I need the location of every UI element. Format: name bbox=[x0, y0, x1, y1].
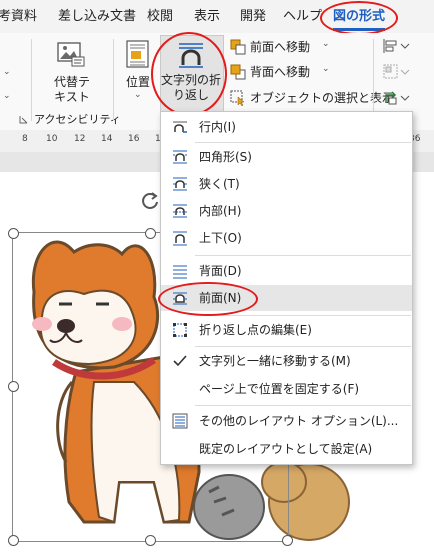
ruler-tick: 14 bbox=[101, 134, 113, 144]
menu-divider bbox=[195, 255, 411, 256]
menu-divider bbox=[195, 315, 411, 316]
selection-pane-icon bbox=[230, 90, 245, 106]
menu-item-square[interactable]: 四角形(S) bbox=[161, 144, 412, 170]
menu-item-label: 背面(D) bbox=[199, 264, 242, 278]
ruler-tick: 16 bbox=[128, 134, 140, 144]
wrap-text-menu: 行内(I) 四角形(S) 狭く(T) 内部(H) 上下(O) 背面(D) 前面(… bbox=[160, 111, 413, 465]
tight-wrap-icon bbox=[173, 177, 187, 191]
tab-mailings[interactable]: 差し込み文書 bbox=[58, 0, 136, 33]
wrap-text-icon bbox=[179, 43, 203, 68]
tab-view[interactable]: 表示 bbox=[194, 0, 220, 33]
checkmark-icon bbox=[173, 355, 187, 367]
menu-item-set-as-default[interactable]: 既定のレイアウトとして設定(A) bbox=[161, 436, 412, 462]
resize-handle-left[interactable] bbox=[8, 381, 19, 392]
menu-item-label: ページ上で位置を固定する(F) bbox=[199, 382, 360, 396]
resize-handle-bottom-right[interactable] bbox=[282, 535, 293, 546]
chevron-down-icon[interactable]: ⌄ bbox=[3, 91, 11, 101]
tab-picture-format[interactable]: 図の形式 bbox=[333, 0, 386, 33]
tab-help[interactable]: ヘルプ bbox=[283, 0, 322, 33]
menu-item-inline[interactable]: 行内(I) bbox=[161, 114, 412, 140]
ruler-tick: 10 bbox=[46, 134, 58, 144]
menu-item-label: 折り返し点の編集(E) bbox=[199, 323, 312, 337]
menu-item-label: 上下(O) bbox=[199, 231, 242, 245]
menu-item-label: 内部(H) bbox=[199, 204, 242, 218]
menu-item-in-front-of-text[interactable]: 前面(N) bbox=[161, 285, 412, 311]
alt-text-button[interactable]: 代替テ キスト bbox=[42, 37, 102, 107]
menu-item-label: その他のレイアウト オプション(L)... bbox=[199, 414, 399, 428]
menu-item-label: 狭く(T) bbox=[199, 177, 240, 191]
send-backward-label: 背面へ移動 bbox=[250, 65, 311, 79]
behind-text-icon bbox=[173, 265, 187, 279]
menu-item-label: 四角形(S) bbox=[199, 150, 252, 164]
in-front-icon bbox=[173, 292, 187, 305]
chevron-down-icon: ⌄ bbox=[134, 90, 142, 100]
layout-options-icon bbox=[172, 413, 188, 429]
ribbon-divider bbox=[31, 39, 32, 121]
ribbon-divider bbox=[373, 39, 374, 121]
send-backward-icon bbox=[230, 64, 246, 80]
alt-text-label-1: 代替テ bbox=[53, 75, 90, 89]
rotate-handle-icon[interactable] bbox=[140, 190, 160, 210]
position-label: 位置 bbox=[125, 75, 150, 89]
tab-developer[interactable]: 開発 bbox=[240, 0, 266, 33]
ruler-tick: 12 bbox=[74, 134, 86, 144]
edit-wrap-points-icon bbox=[173, 323, 187, 337]
square-wrap-icon bbox=[173, 150, 187, 164]
tab-references[interactable]: 考資料 bbox=[0, 0, 37, 33]
rotate-icon[interactable] bbox=[382, 89, 412, 107]
wrap-text-label-1: 文字列の折 bbox=[160, 73, 221, 87]
chevron-down-icon: ⌄ bbox=[322, 39, 330, 49]
resize-handle-top[interactable] bbox=[145, 228, 156, 239]
menu-item-move-with-text[interactable]: 文字列と一緒に移動する(M) bbox=[161, 348, 412, 374]
align-icon[interactable] bbox=[382, 38, 412, 54]
alt-text-icon bbox=[57, 42, 85, 67]
group-icon[interactable] bbox=[382, 63, 412, 81]
dialog-launcher-icon[interactable] bbox=[19, 115, 28, 124]
menu-item-through[interactable]: 内部(H) bbox=[161, 198, 412, 224]
bring-forward-label: 前面へ移動 bbox=[250, 40, 311, 54]
ruler-tick: 8 bbox=[22, 134, 28, 144]
menu-item-edit-wrap-points[interactable]: 折り返し点の編集(E) bbox=[161, 317, 412, 343]
menu-divider bbox=[195, 405, 411, 406]
menu-item-more-layout-options[interactable]: その他のレイアウト オプション(L)... bbox=[161, 408, 412, 434]
menu-item-label: 文字列と一緒に移動する(M) bbox=[199, 354, 351, 368]
alt-text-label-2: キスト bbox=[54, 90, 90, 104]
menu-item-label: 前面(N) bbox=[199, 291, 242, 305]
menu-item-label: 既定のレイアウトとして設定(A) bbox=[199, 442, 373, 456]
top-bottom-icon bbox=[173, 231, 187, 246]
position-button[interactable]: 位置 ⌄ bbox=[118, 37, 158, 107]
ribbon-divider bbox=[113, 39, 114, 121]
ribbon-tab-bar: 考資料 差し込み文書 校閲 表示 開発 ヘルプ 図の形式 bbox=[0, 0, 434, 33]
through-wrap-icon bbox=[173, 204, 187, 218]
menu-item-fix-position[interactable]: ページ上で位置を固定する(F) bbox=[161, 376, 412, 402]
resize-handle-bottom[interactable] bbox=[145, 535, 156, 546]
group-label-accessibility: アクセシビリティ bbox=[34, 113, 121, 126]
wrap-text-label-2: り返し bbox=[172, 88, 209, 102]
bring-forward-icon bbox=[230, 39, 246, 55]
chevron-down-icon: ⌄ bbox=[322, 64, 330, 74]
resize-handle-top-left[interactable] bbox=[8, 228, 19, 239]
menu-item-tight[interactable]: 狭く(T) bbox=[161, 171, 412, 197]
menu-item-label: 行内(I) bbox=[199, 120, 236, 134]
menu-item-behind-text[interactable]: 背面(D) bbox=[161, 258, 412, 284]
tab-review[interactable]: 校閲 bbox=[147, 0, 173, 33]
inline-icon bbox=[173, 121, 187, 133]
menu-divider bbox=[195, 142, 411, 143]
wrap-text-button[interactable]: 文字列の折 り返し bbox=[160, 35, 224, 113]
menu-divider bbox=[195, 346, 411, 347]
position-icon bbox=[126, 40, 149, 68]
resize-handle-bottom-left[interactable] bbox=[8, 535, 19, 546]
menu-item-top-bottom[interactable]: 上下(O) bbox=[161, 225, 412, 251]
chevron-down-icon[interactable]: ⌄ bbox=[3, 67, 11, 77]
